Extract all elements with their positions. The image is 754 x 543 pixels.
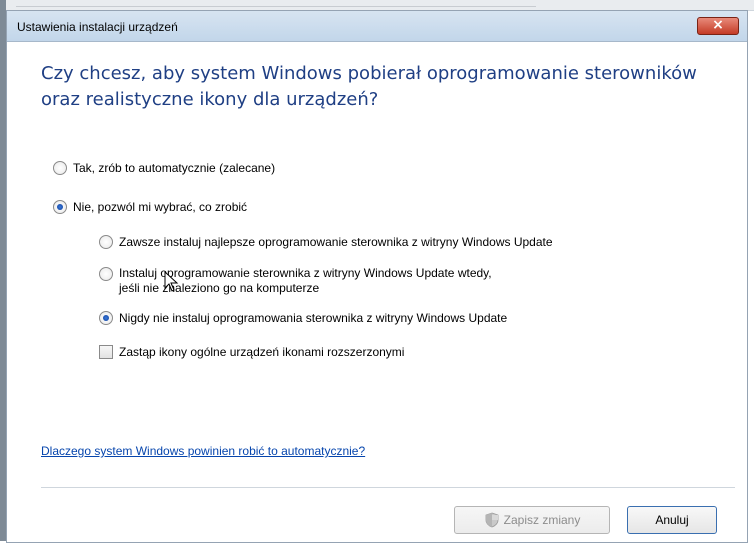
title-bar[interactable]: Ustawienia instalacji urządzeń × bbox=[7, 11, 747, 42]
dialog-heading: Czy chcesz, aby system Windows pobierał … bbox=[41, 63, 697, 110]
radio-always-install-indicator[interactable] bbox=[99, 235, 113, 249]
cancel-label: Anuluj bbox=[655, 513, 689, 527]
mouse-cursor-icon bbox=[164, 271, 179, 292]
radio-automatic-label: Tak, zrób to automatycznie (zalecane) bbox=[73, 161, 276, 175]
radio-always-install[interactable]: Zawsze instaluj najlepsze oprogramowanie… bbox=[99, 235, 553, 249]
why-automatic-link[interactable]: Dlaczego system Windows powinien robić t… bbox=[41, 444, 365, 458]
checkbox-replace-icons-label: Zastąp ikony ogólne urządzeń ikonami roz… bbox=[119, 345, 405, 359]
dialog-content: Czy chcesz, aby system Windows pobierał … bbox=[7, 42, 747, 542]
checkbox-replace-icons-box[interactable] bbox=[99, 345, 113, 359]
uac-shield-icon bbox=[485, 512, 499, 528]
radio-never-install-indicator[interactable] bbox=[99, 311, 113, 325]
radio-automatic[interactable]: Tak, zrób to automatycznie (zalecane) bbox=[53, 161, 275, 175]
window-title: Ustawienia instalacji urządzeń bbox=[17, 20, 178, 34]
radio-install-if-missing-indicator[interactable] bbox=[99, 267, 113, 281]
radio-install-if-missing[interactable]: Instaluj oprogramowanie sterownika z wit… bbox=[99, 266, 492, 296]
save-changes-label: Zapisz zmiany bbox=[503, 513, 581, 527]
close-button[interactable]: × bbox=[697, 17, 739, 35]
background-window-fragment bbox=[16, 0, 536, 7]
checkbox-replace-icons[interactable]: Zastąp ikony ogólne urządzeń ikonami roz… bbox=[99, 345, 404, 359]
radio-automatic-indicator[interactable] bbox=[53, 161, 67, 175]
save-changes-button[interactable]: Zapisz zmiany bbox=[454, 506, 610, 534]
radio-never-install[interactable]: Nigdy nie instaluj oprogramowania sterow… bbox=[99, 311, 507, 325]
radio-never-install-label: Nigdy nie instaluj oprogramowania sterow… bbox=[119, 311, 508, 325]
radio-manual[interactable]: Nie, pozwól mi wybrać, co zrobić bbox=[53, 200, 247, 214]
radio-manual-label: Nie, pozwól mi wybrać, co zrobić bbox=[73, 200, 248, 214]
radio-install-if-missing-line2: jeśli nie znaleziono go na komputerze bbox=[119, 281, 320, 295]
radio-manual-indicator[interactable] bbox=[53, 200, 67, 214]
device-installation-settings-dialog: Ustawienia instalacji urządzeń × Czy chc… bbox=[6, 10, 748, 543]
radio-always-install-label: Zawsze instaluj najlepsze oprogramowanie… bbox=[119, 235, 553, 249]
footer-separator bbox=[41, 487, 735, 488]
cancel-button[interactable]: Anuluj bbox=[627, 506, 717, 534]
close-icon: × bbox=[712, 17, 724, 33]
